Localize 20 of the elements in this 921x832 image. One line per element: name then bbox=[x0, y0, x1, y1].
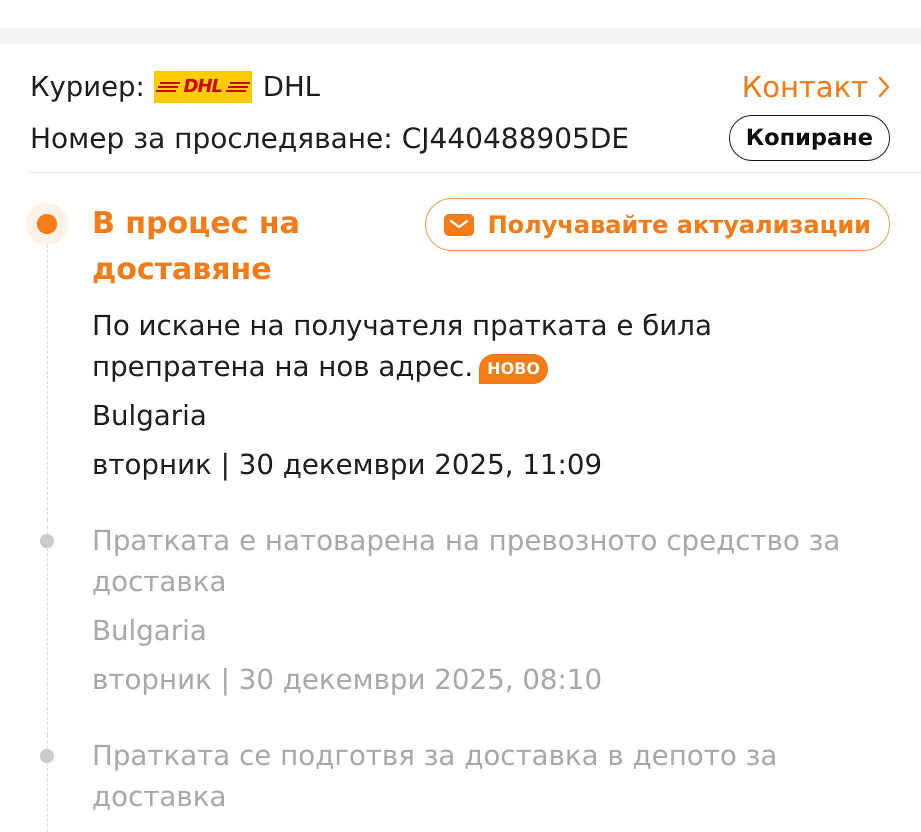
envelope-icon bbox=[444, 214, 474, 236]
timeline-connector bbox=[46, 763, 48, 832]
status-title: В процес на доставяне bbox=[92, 205, 301, 289]
tracking-label: Номер за проследяване: bbox=[30, 122, 393, 154]
courier-logo: DHL bbox=[154, 71, 252, 103]
copy-button[interactable]: Копиране bbox=[728, 115, 890, 161]
chevron-right-icon bbox=[878, 76, 890, 98]
event-location: Bulgaria bbox=[92, 614, 207, 647]
subscribe-button[interactable]: Получавайте актуализации bbox=[424, 198, 890, 251]
tracking-number: CJ440488905DE bbox=[402, 122, 630, 154]
courier-name: DHL bbox=[262, 71, 320, 103]
event-description: Пратката е натоварена на превозното средство за доставка bbox=[92, 523, 842, 600]
event-time: вторник | 30 декември 2025, 11:09 bbox=[92, 448, 602, 481]
event-time: вторник | 30 декември 2025, 08:10 bbox=[92, 663, 602, 696]
event-location: Bulgaria bbox=[92, 399, 207, 432]
contact-link[interactable]: Контакт bbox=[742, 70, 890, 104]
courier-label: Куриер: bbox=[30, 71, 145, 103]
event-description: По искане на получателя пратката е била препратена на нов адрес. НОВО bbox=[92, 308, 713, 386]
new-badge: НОВО bbox=[479, 354, 548, 384]
event-description: Пратката се подготвя за доставка в депото за доставка bbox=[92, 738, 778, 815]
